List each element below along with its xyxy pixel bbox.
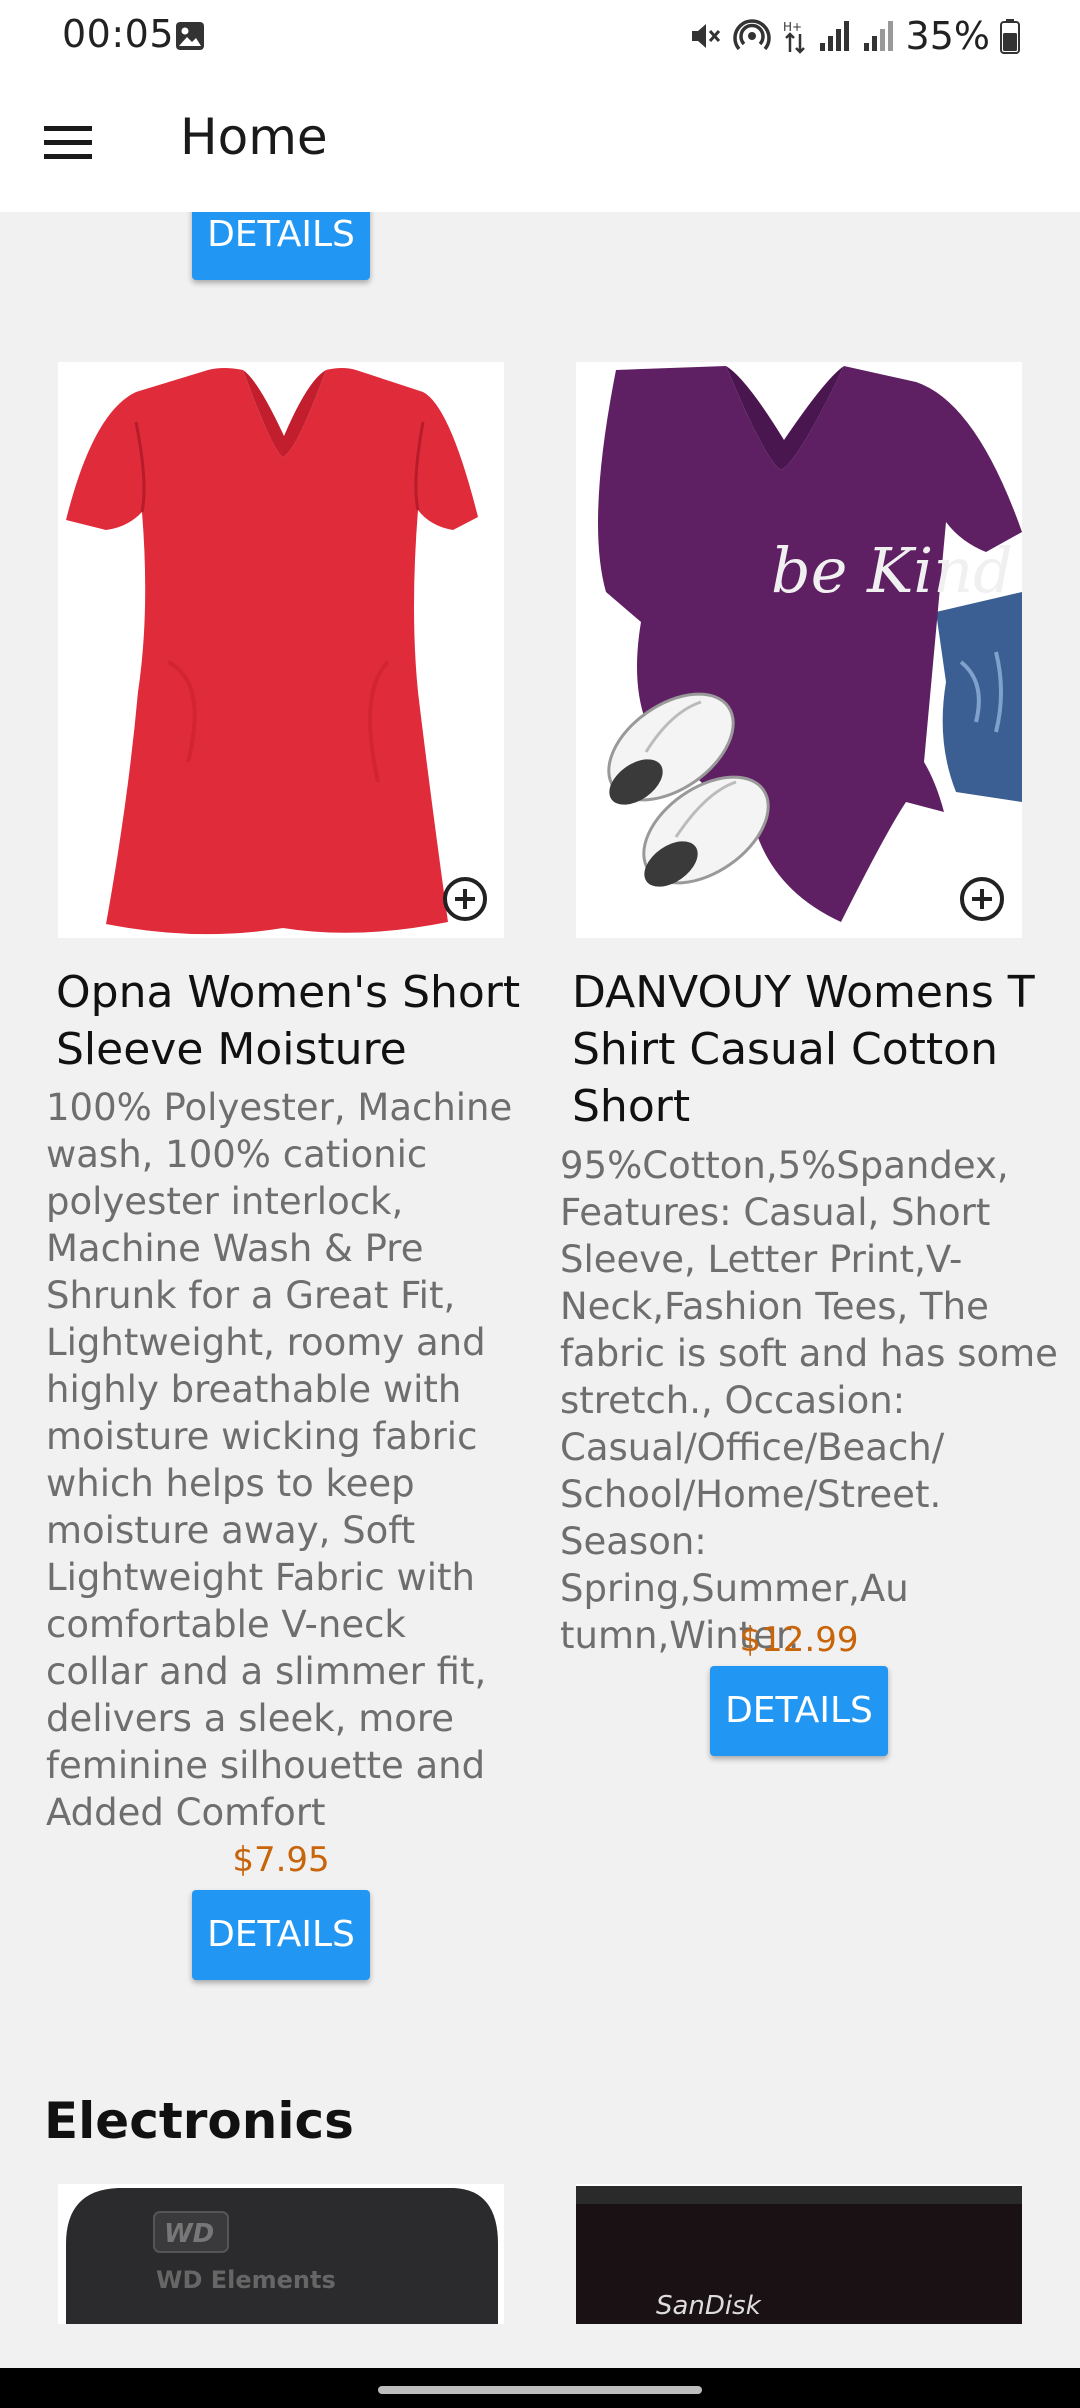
product-image[interactable]: WD WD Elements <box>58 2184 504 2324</box>
data-arrows-icon: H+ <box>783 20 805 54</box>
product-image[interactable] <box>58 362 504 938</box>
wd-drive-image: WD WD Elements <box>58 2184 504 2324</box>
product-image[interactable]: SanDisk <box>576 2184 1022 2324</box>
app-bar: Home <box>0 72 1080 212</box>
mute-icon <box>691 24 720 48</box>
svg-text:WD: WD <box>164 2219 214 2249</box>
details-button[interactable]: DETAILS <box>710 1666 888 1756</box>
home-gesture-handle[interactable] <box>378 2386 702 2394</box>
shirt-print-text: be Kind <box>771 534 1013 607</box>
signal-icon <box>819 21 849 51</box>
sandisk-image: SanDisk <box>576 2184 1022 2324</box>
product-description: 100% Polyester, Machine wash, 100% catio… <box>46 1086 513 1834</box>
zoom-in-icon[interactable] <box>959 876 1005 922</box>
product-image[interactable]: be Kind <box>576 362 1022 938</box>
battery-icon <box>1000 19 1020 54</box>
product-description: 95%Cotton,5%Spandex, Features: Casual, S… <box>560 1144 1058 1657</box>
product-title: Opna Women's Short Sleeve Moisture <box>56 967 521 1075</box>
hamburger-menu-icon[interactable] <box>36 116 100 168</box>
product-price: $7.95 <box>232 1840 330 1880</box>
product-title: DANVOUY Womens T Shirt Casual Cotton Sho… <box>572 967 1035 1132</box>
purple-tshirt-image: be Kind <box>576 362 1022 938</box>
status-time: 00:05 <box>62 12 175 56</box>
signal-icon-2 <box>863 21 893 51</box>
page-title: Home <box>180 108 328 166</box>
section-title: Electronics <box>44 2092 354 2150</box>
system-nav-bar <box>0 2368 1080 2408</box>
status-icons: H+ 35% <box>688 10 1020 62</box>
details-button[interactable]: DETAILS <box>192 212 370 280</box>
battery-percentage: 35% <box>905 14 990 58</box>
red-tshirt-image <box>58 362 504 938</box>
product-image-text: WD Elements <box>156 2266 336 2294</box>
svg-text:H+: H+ <box>783 20 802 34</box>
zoom-in-icon[interactable] <box>442 876 488 922</box>
product-price: $12.99 <box>739 1620 859 1660</box>
status-bar: 00:05 H+ 35% <box>0 0 1080 72</box>
main-content[interactable]: DETAILS Opna Women's Short Sleeve Moistu… <box>0 212 1080 2368</box>
product-image-text: SanDisk <box>656 2291 762 2321</box>
details-button[interactable]: DETAILS <box>192 1890 370 1980</box>
hotspot-icon <box>732 19 771 51</box>
gallery-icon <box>176 22 204 50</box>
